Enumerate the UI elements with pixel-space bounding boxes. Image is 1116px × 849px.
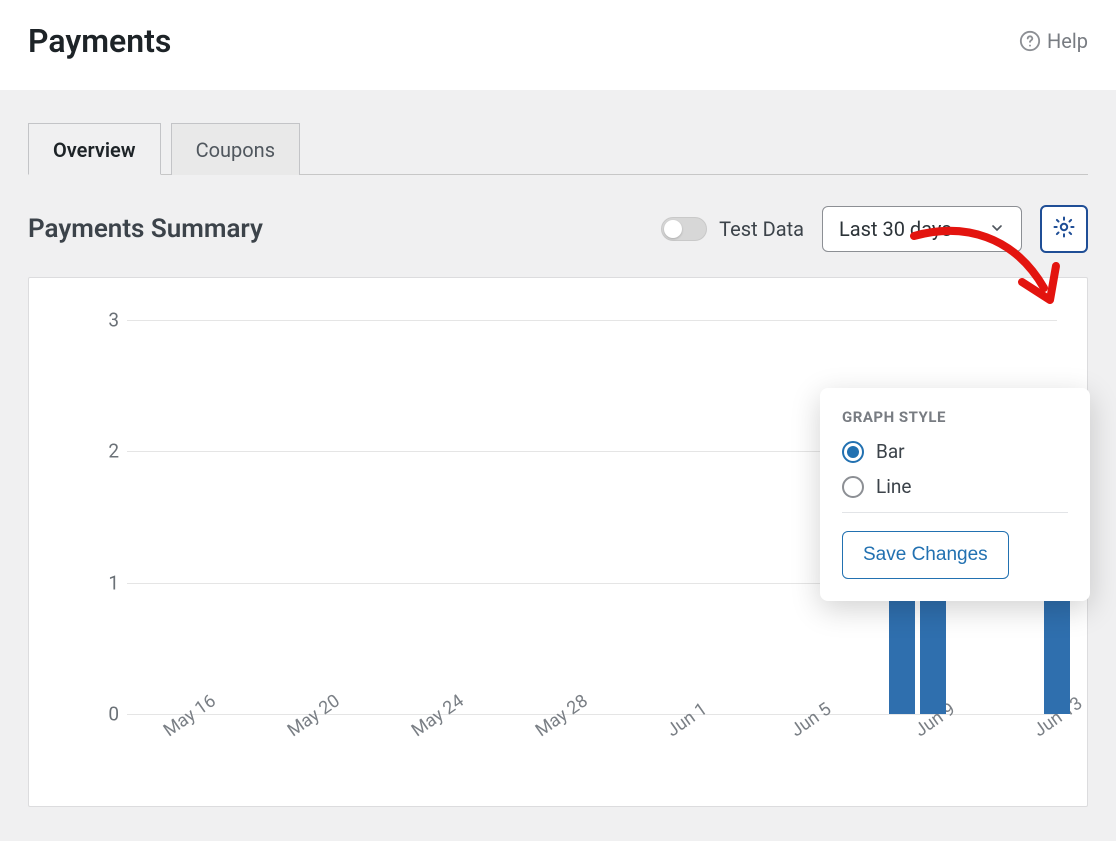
tab-overview[interactable]: Overview <box>28 123 161 175</box>
date-range-select[interactable]: Last 30 days <box>822 206 1022 252</box>
y-tick-label: 0 <box>83 703 119 726</box>
summary-row: Payments Summary Test Data Last 30 days <box>28 175 1088 277</box>
gridline <box>127 714 1057 715</box>
help-icon <box>1019 30 1041 52</box>
help-link[interactable]: Help <box>1019 29 1088 53</box>
summary-controls: Test Data Last 30 days <box>661 205 1088 253</box>
x-tick-label: May 16 <box>160 690 220 741</box>
toggle-knob <box>664 220 682 238</box>
y-tick-label: 3 <box>83 309 119 332</box>
x-ticks: May 16May 20May 24May 28Jun 1Jun 5Jun 9J… <box>127 724 1057 774</box>
x-tick-label: May 20 <box>284 690 344 741</box>
y-tick-label: 2 <box>83 440 119 463</box>
graph-settings-button[interactable] <box>1040 205 1088 253</box>
y-tick-label: 1 <box>83 571 119 594</box>
radio-icon <box>842 476 864 498</box>
page-title: Payments <box>28 22 171 60</box>
toggle-switch[interactable] <box>661 217 707 241</box>
graph-style-popover: GRAPH STYLE Bar Line Save Changes <box>820 388 1090 601</box>
radio-label: Bar <box>876 440 905 463</box>
x-tick-label: Jun 1 <box>663 699 711 742</box>
radio-label: Line <box>876 475 911 498</box>
chevron-down-icon <box>989 217 1005 241</box>
content-panel: Overview Coupons Payments Summary Test D… <box>0 90 1116 841</box>
save-changes-button[interactable]: Save Changes <box>842 531 1009 579</box>
tab-label: Overview <box>53 138 136 162</box>
date-range-value: Last 30 days <box>839 217 952 241</box>
test-data-toggle[interactable]: Test Data <box>661 217 804 241</box>
gear-icon <box>1052 215 1076 243</box>
x-tick-label: May 24 <box>408 690 468 741</box>
tab-coupons[interactable]: Coupons <box>171 123 300 175</box>
tabs: Overview Coupons <box>28 90 1088 175</box>
radio-icon <box>842 441 864 463</box>
tab-label: Coupons <box>196 138 275 162</box>
gridline <box>127 320 1057 321</box>
page-header: Payments Help <box>0 0 1116 90</box>
x-tick-label: Jun 5 <box>787 699 835 742</box>
graph-style-option-bar[interactable]: Bar <box>842 440 1068 463</box>
help-label: Help <box>1047 29 1088 53</box>
graph-style-option-line[interactable]: Line <box>842 475 1068 498</box>
toggle-label: Test Data <box>719 217 804 241</box>
chart-bar <box>920 583 946 714</box>
x-tick-label: May 28 <box>532 690 592 741</box>
summary-title: Payments Summary <box>28 214 263 244</box>
popover-title: GRAPH STYLE <box>842 408 1068 426</box>
